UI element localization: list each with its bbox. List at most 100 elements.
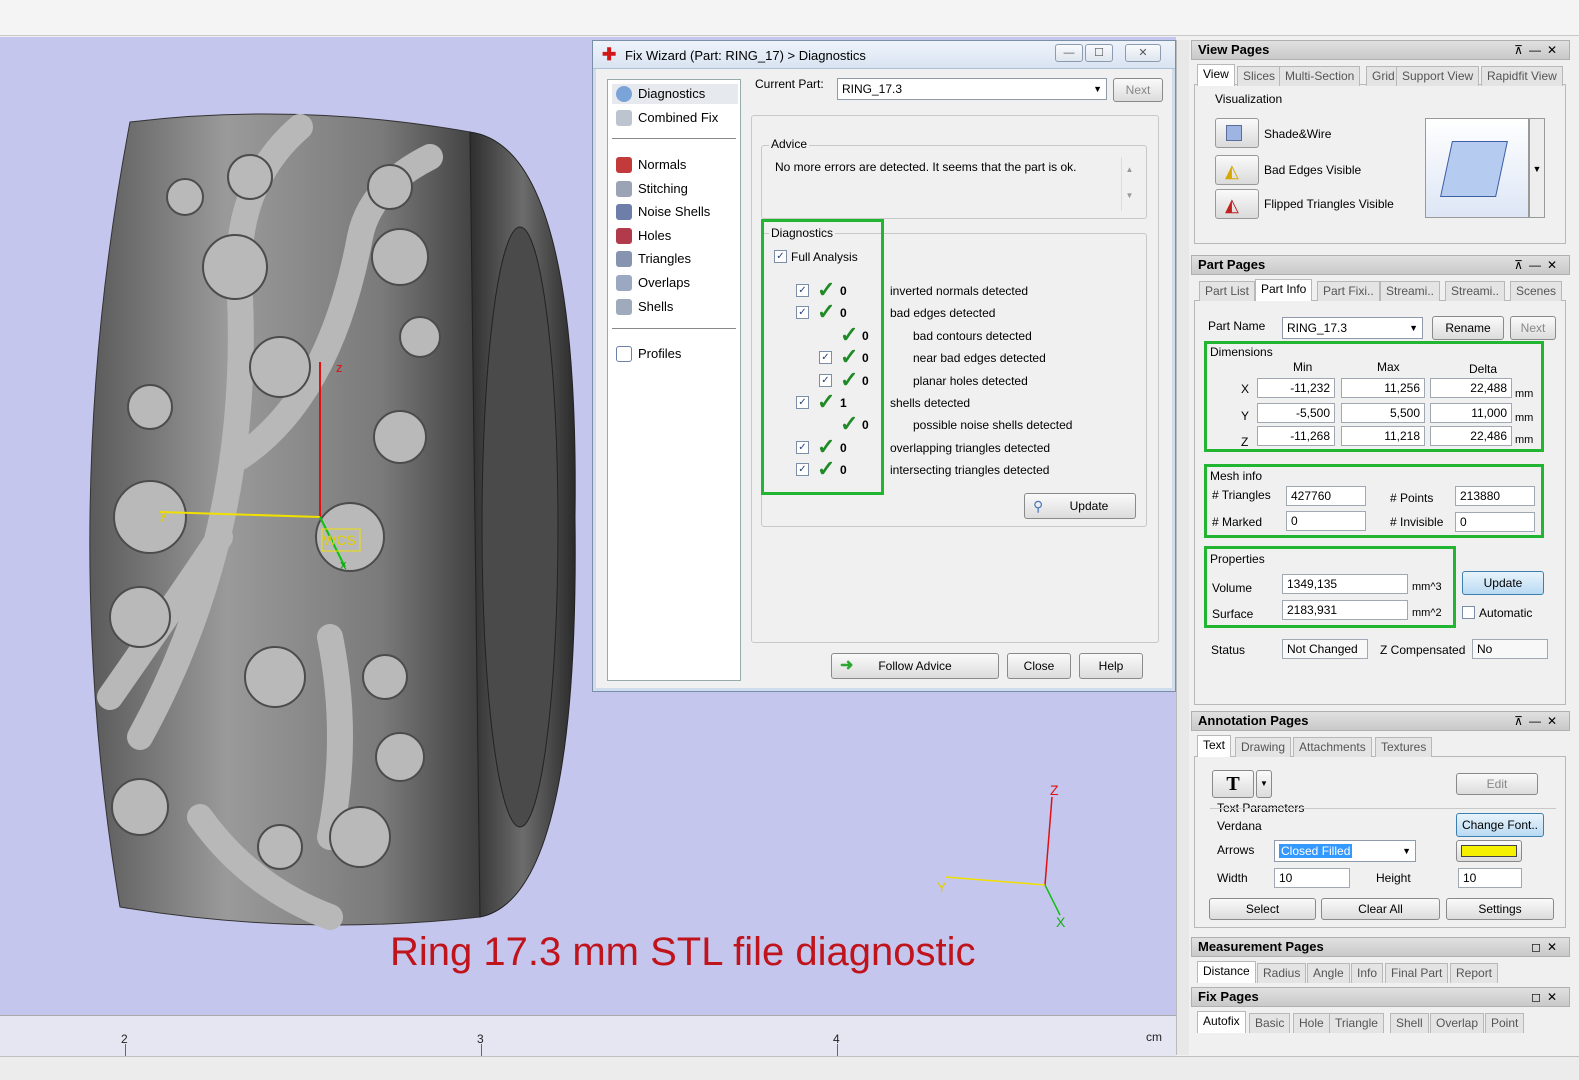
pin-icon[interactable]: ⊼—✕ (1514, 256, 1563, 274)
tab-part-info[interactable]: Part Info (1255, 279, 1313, 301)
tab-triangle[interactable]: Triangle (1329, 1013, 1384, 1033)
tab-hole[interactable]: Hole (1293, 1013, 1330, 1033)
automatic-label: Automatic (1479, 606, 1533, 620)
view-dropdown-button[interactable]: ▼ (1529, 118, 1545, 218)
invisible-label: # Invisible (1390, 515, 1444, 529)
tab-angle[interactable]: Angle (1307, 963, 1350, 983)
tab-radius[interactable]: Radius (1257, 963, 1307, 983)
minimize-button[interactable]: — (1055, 44, 1083, 62)
pin-icon[interactable]: ◻✕ (1531, 988, 1563, 1006)
tab-streaming-2[interactable]: Streami.. (1445, 281, 1506, 301)
view-cube-preview[interactable] (1425, 118, 1529, 218)
height-value[interactable]: 10 (1458, 868, 1522, 888)
nav-shells[interactable]: Shells (612, 297, 738, 317)
maximize-button[interactable]: ☐ (1085, 44, 1113, 62)
annotation-pages-header: Annotation Pages ⊼—✕ (1191, 711, 1570, 731)
ruler-label: 3 (477, 1032, 484, 1046)
text-tool-button[interactable]: T (1212, 770, 1254, 798)
marked-value: 0 (1286, 511, 1366, 531)
arrows-select[interactable]: Closed Filled ▼ (1274, 840, 1416, 862)
nav-profiles[interactable]: Profiles (612, 344, 738, 364)
tab-part-list[interactable]: Part List (1199, 281, 1256, 301)
properties-update-button[interactable]: Update (1462, 571, 1544, 595)
tab-text[interactable]: Text (1197, 735, 1232, 757)
shade-wire-button[interactable] (1215, 118, 1259, 148)
change-font-button[interactable]: Change Font.. (1456, 813, 1544, 837)
width-value[interactable]: 10 (1274, 868, 1350, 888)
dim-min: -11,268 (1257, 426, 1335, 446)
pin-icon[interactable]: ⊼—✕ (1514, 712, 1563, 730)
update-button[interactable]: ⚲ Update (1024, 493, 1136, 519)
tab-multi-section[interactable]: Multi-Section (1279, 66, 1361, 86)
tab-final-part[interactable]: Final Part (1385, 963, 1449, 983)
select-button[interactable]: Select (1209, 898, 1316, 920)
tab-info[interactable]: Info (1351, 963, 1384, 983)
close-button[interactable]: Close (1007, 653, 1071, 679)
tab-textures[interactable]: Textures (1375, 737, 1433, 757)
tab-point[interactable]: Point (1485, 1013, 1525, 1033)
tab-view[interactable]: View (1197, 64, 1235, 86)
image-caption: Ring 17.3 mm STL file diagnostic (390, 930, 976, 974)
part-name-select[interactable]: RING_17.3 ▼ (1282, 317, 1423, 339)
tab-shell[interactable]: Shell (1390, 1013, 1429, 1033)
pin-icon[interactable]: ◻✕ (1531, 938, 1563, 956)
nav-triangles[interactable]: Triangles (612, 249, 738, 269)
color-picker-button[interactable] (1456, 840, 1522, 862)
row-checkbox[interactable]: ✓ (796, 284, 809, 297)
z-compensated-value: No (1472, 639, 1548, 659)
clear-all-button[interactable]: Clear All (1321, 898, 1440, 920)
row-checkbox[interactable]: ✓ (796, 441, 809, 454)
advice-scrollbar[interactable]: ▲ ▼ (1121, 157, 1137, 211)
settings-button[interactable]: Settings (1446, 898, 1554, 920)
edit-button[interactable]: Edit (1456, 773, 1538, 795)
close-window-button[interactable]: ✕ (1125, 44, 1161, 62)
full-analysis-checkbox[interactable]: ✓ (774, 250, 787, 263)
help-button[interactable]: Help (1079, 653, 1143, 679)
row-checkbox[interactable]: ✓ (796, 396, 809, 409)
tab-scenes[interactable]: Scenes (1510, 281, 1563, 301)
triangles-label: # Triangles (1212, 488, 1271, 502)
tab-streaming-1[interactable]: Streami.. (1380, 281, 1441, 301)
row-count: 0 (862, 351, 869, 365)
nav-overlaps[interactable]: Overlaps (612, 273, 738, 293)
tab-support-view[interactable]: Support View (1396, 66, 1480, 86)
check-icon: ✓ (840, 322, 859, 347)
check-icon: ✓ (817, 299, 836, 324)
rename-button[interactable]: Rename (1432, 316, 1504, 340)
tab-report[interactable]: Report (1450, 963, 1499, 983)
tab-overlap[interactable]: Overlap (1430, 1013, 1485, 1033)
tab-attachments[interactable]: Attachments (1293, 737, 1372, 757)
automatic-checkbox[interactable] (1462, 606, 1475, 619)
nav-combined-fix[interactable]: Combined Fix (612, 108, 738, 128)
tab-autofix[interactable]: Autofix (1197, 1011, 1246, 1033)
tab-basic[interactable]: Basic (1249, 1013, 1291, 1033)
tab-rapidfit-view[interactable]: Rapidfit View (1481, 66, 1563, 86)
text-tool-dropdown[interactable]: ▼ (1256, 770, 1272, 798)
tab-slices[interactable]: Slices (1237, 66, 1282, 86)
pin-icon[interactable]: ⊼—✕ (1514, 41, 1563, 59)
nav-noise-shells[interactable]: Noise Shells (612, 202, 738, 222)
flipped-triangles-button[interactable]: ◭ (1215, 189, 1259, 219)
row-checkbox[interactable]: ✓ (819, 374, 832, 387)
tab-drawing[interactable]: Drawing (1235, 737, 1292, 757)
next-button[interactable]: Next (1113, 78, 1163, 102)
tab-distance[interactable]: Distance (1197, 961, 1256, 983)
follow-advice-button[interactable]: ➜ Follow Advice (831, 653, 999, 679)
nav-holes[interactable]: Holes (612, 226, 738, 246)
dim-axis: Z (1241, 435, 1249, 449)
row-count: 0 (840, 306, 847, 320)
row-text: inverted normals detected (890, 284, 1029, 298)
nav-stitching[interactable]: Stitching (612, 179, 738, 199)
nav-diagnostics[interactable]: Diagnostics (612, 84, 738, 104)
bad-edges-button[interactable]: ◭ (1215, 155, 1259, 185)
row-checkbox[interactable]: ✓ (796, 463, 809, 476)
check-icon: ✓ (840, 367, 859, 392)
row-checkbox[interactable]: ✓ (796, 306, 809, 319)
width-label: Width (1217, 871, 1248, 885)
row-checkbox[interactable]: ✓ (819, 351, 832, 364)
current-part-label: Current Part: (755, 77, 824, 91)
part-next-button[interactable]: Next (1510, 316, 1556, 340)
tab-part-fixing[interactable]: Part Fixi.. (1317, 281, 1380, 301)
nav-normals[interactable]: Normals (612, 155, 738, 175)
current-part-select[interactable]: RING_17.3 ▼ (837, 78, 1107, 100)
